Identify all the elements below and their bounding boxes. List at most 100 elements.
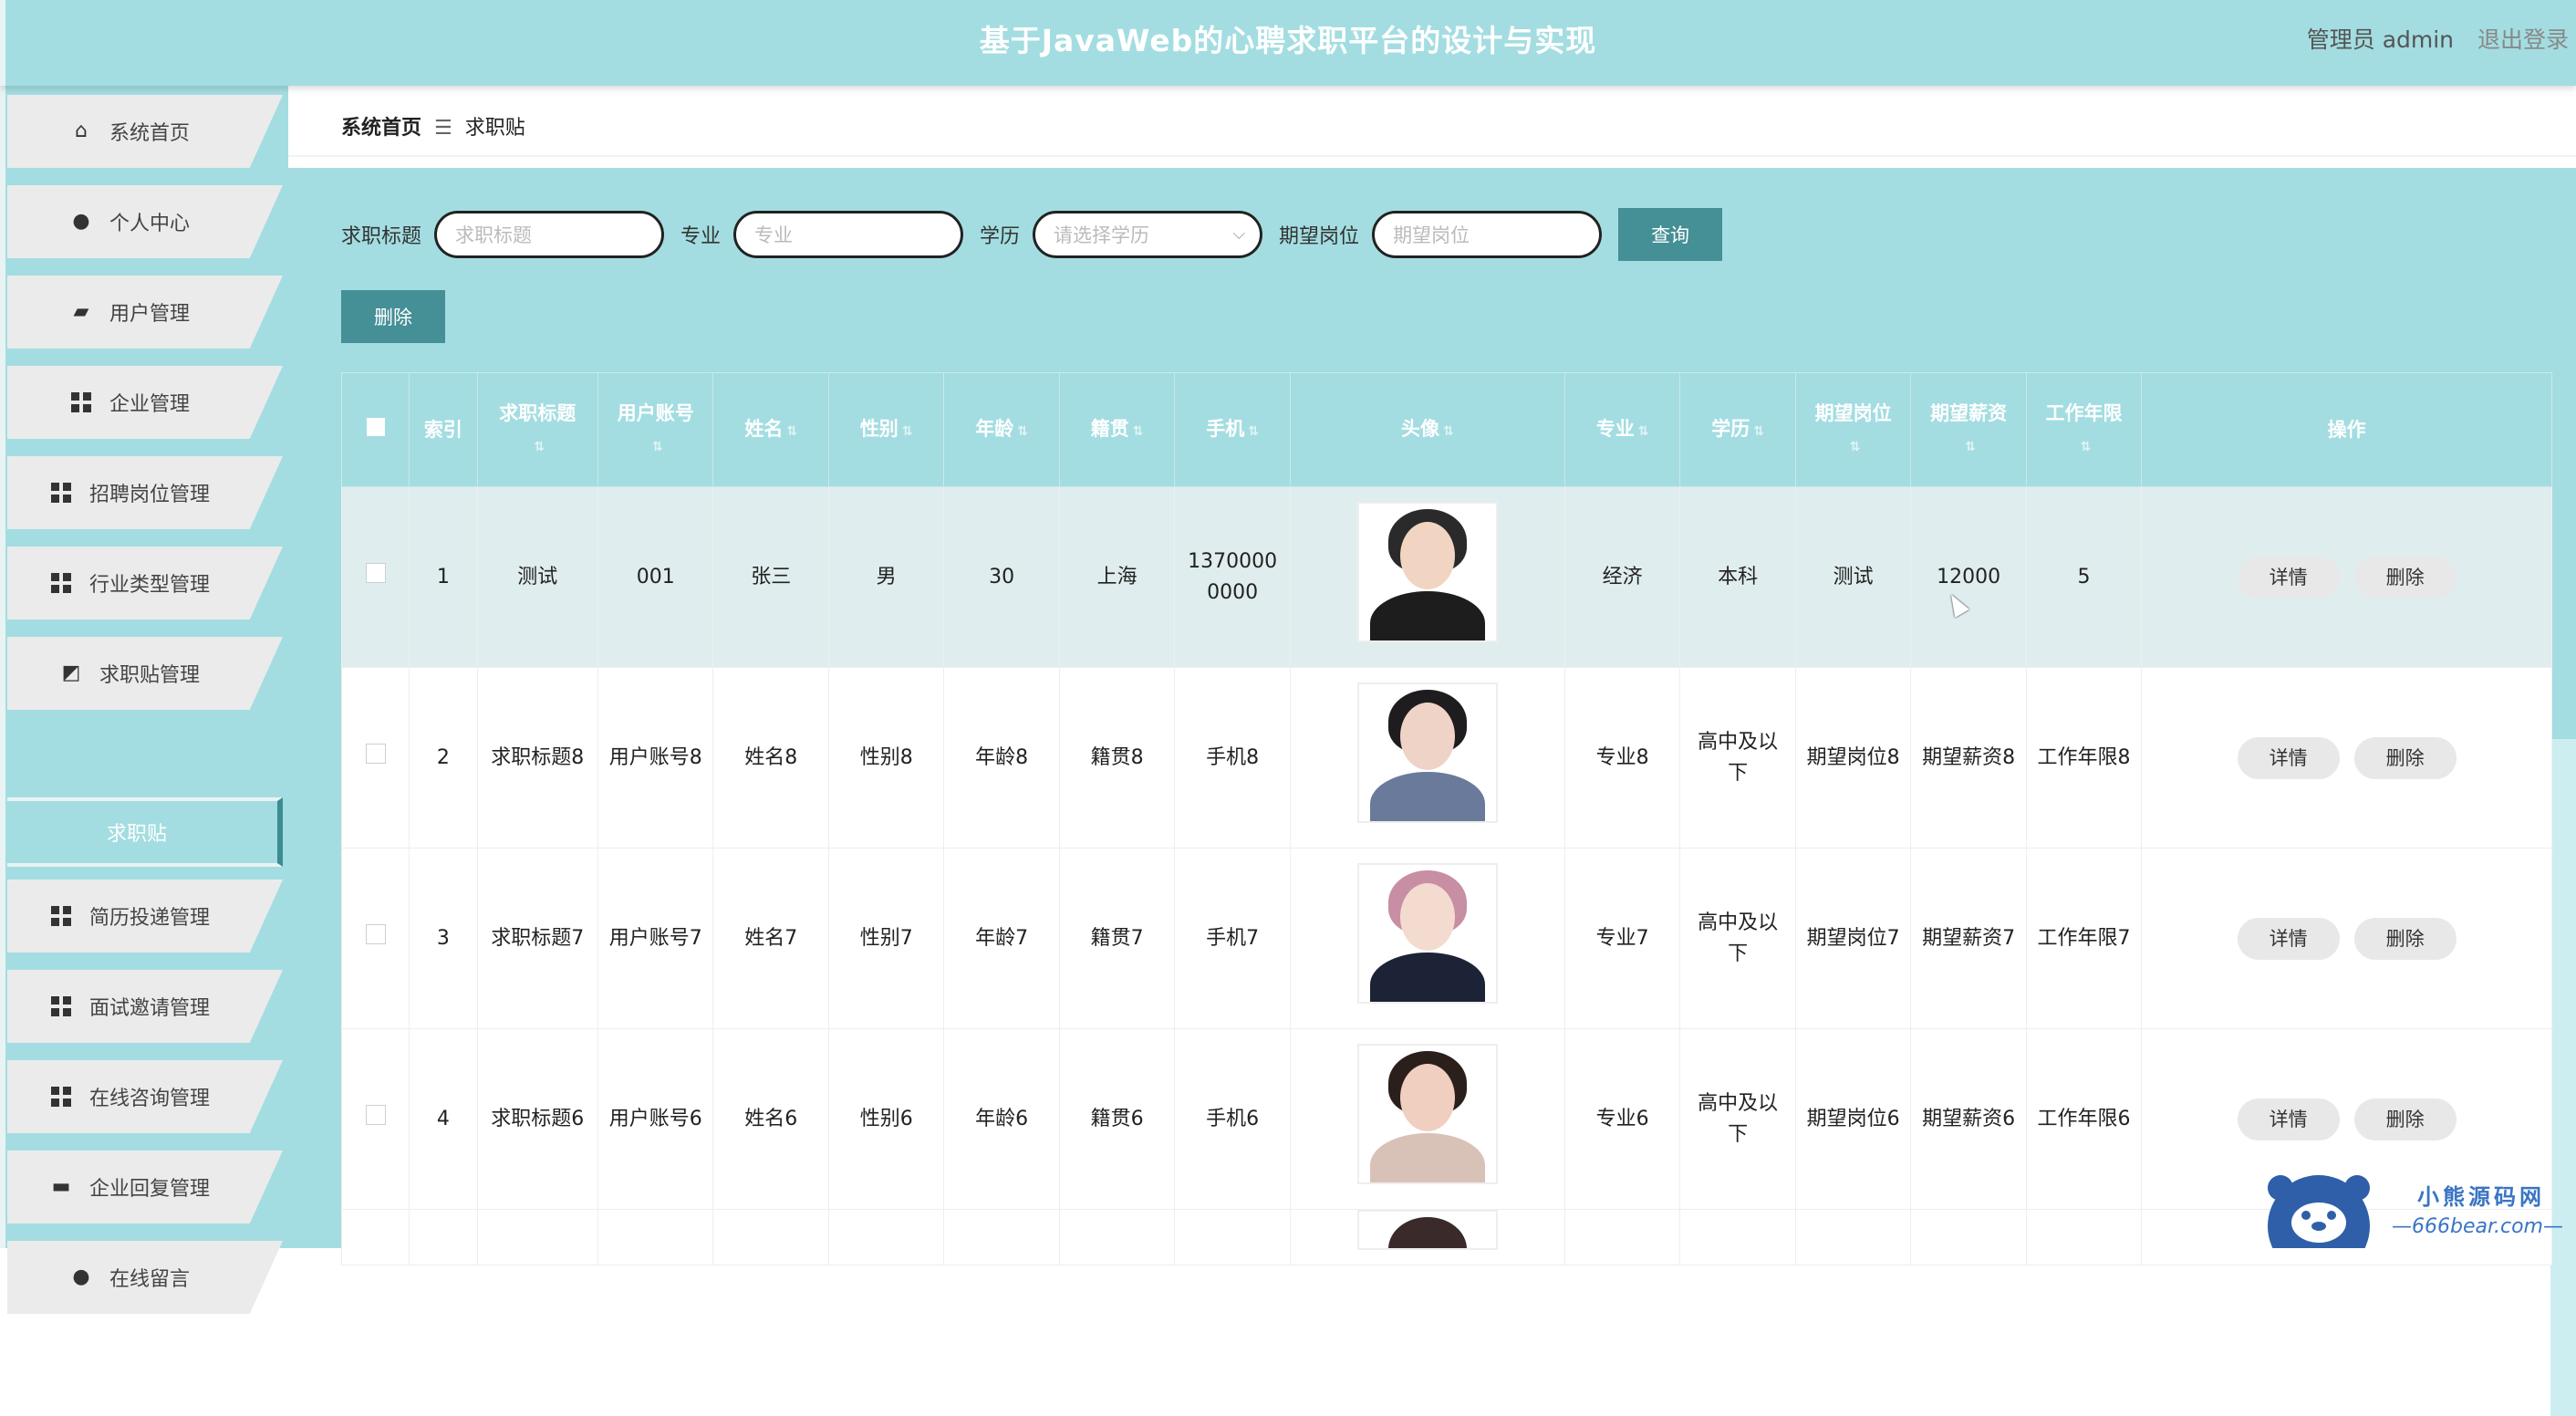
admin-user-label: 管理员 admin — [2306, 26, 2455, 53]
sidebar-item-industry-type-management[interactable]: 行业类型管理 — [7, 547, 283, 620]
delete-button[interactable]: 删除 — [2353, 1098, 2457, 1140]
col-header[interactable]: 索引 — [409, 372, 478, 487]
detail-button[interactable]: 详情 — [2237, 1098, 2340, 1140]
sidebar-item-personal-center[interactable]: ● 个人中心 — [7, 185, 283, 258]
col-header[interactable]: 头像 ⇅ — [1289, 372, 1565, 487]
cell-position: 期望岗位8 — [1794, 667, 1912, 849]
cell-origin: 籍贯8 — [1058, 667, 1176, 849]
sidebar-item-resume-delivery-management[interactable]: 简历投递管理 — [7, 880, 283, 953]
col-header[interactable]: 用户账号 ⇅ — [597, 372, 714, 487]
chart-icon: ◩ — [61, 661, 81, 684]
delete-button[interactable]: 删除 — [2353, 917, 2457, 960]
sidebar-item-label: 行业类型管理 — [88, 574, 210, 597]
sidebar-item-user-management[interactable]: ▰ 用户管理 — [7, 276, 283, 349]
title-search-input[interactable]: 求职标题 — [434, 211, 665, 258]
sidebar-item-label: 面试邀请管理 — [88, 997, 210, 1020]
col-header[interactable]: 姓名 ⇅ — [712, 372, 829, 487]
sidebar-subitem-job-seeking-post[interactable]: 求职贴 — [7, 797, 283, 867]
col-header[interactable]: 手机 ⇅ — [1174, 372, 1291, 487]
row-checkbox[interactable] — [365, 743, 386, 764]
sidebar-item-job-seeking-management[interactable]: ◩ 求职贴管理 — [7, 637, 283, 710]
col-header[interactable]: 专业 ⇅ — [1563, 372, 1681, 487]
sidebar-item-label: 招聘岗位管理 — [88, 484, 210, 506]
col-header[interactable]: 工作年限 ⇅ — [2025, 372, 2143, 487]
sidebar: ⌂ 系统首页 ● 个人中心 ▰ 用户管理 企业管理 招聘岗位管理 行业类型管理 ◩ 求职… — [0, 86, 288, 1314]
logout-link[interactable]: 退出登录 — [2477, 26, 2569, 53]
delete-button[interactable]: 删除 — [2353, 736, 2457, 779]
avatar[interactable] — [1356, 682, 1498, 823]
col-header[interactable]: 学历 ⇅ — [1679, 372, 1796, 487]
col-header[interactable]: 求职标题 ⇅ — [476, 372, 599, 487]
chat-icon: ▬ — [51, 1175, 71, 1198]
col-header[interactable]: 籍贯 ⇅ — [1058, 372, 1176, 487]
sidebar-item-online-message[interactable]: ● 在线留言 — [7, 1241, 283, 1314]
delete-button[interactable]: 删除 — [2353, 556, 2457, 599]
sidebar-item-label: 用户管理 — [109, 303, 190, 326]
row-checkbox[interactable] — [365, 1104, 386, 1125]
avatar[interactable] — [1356, 1044, 1498, 1184]
col-header[interactable]: 性别 ⇅ — [827, 372, 945, 487]
cell-index: 3 — [409, 848, 478, 1029]
sidebar-item-online-consultation-management[interactable]: 在线咨询管理 — [7, 1060, 283, 1133]
row-checkbox[interactable] — [365, 562, 386, 583]
education-select[interactable]: 请选择学历 ⌵ — [1033, 211, 1263, 258]
table-row[interactable]: 1 测试 001 张三 男 30 上海 13700000000 经济 本科 测试… — [340, 486, 2552, 668]
cell-salary: 12000 — [1910, 486, 2027, 668]
avatar[interactable] — [1356, 502, 1498, 642]
select-all-checkbox[interactable] — [340, 372, 410, 487]
cell-education: 高中及以下 — [1679, 667, 1796, 849]
col-header[interactable]: 期望薪资 ⇅ — [1910, 372, 2027, 487]
cell-origin: 籍贯7 — [1058, 848, 1176, 1029]
cell-title: 测试 — [476, 486, 599, 668]
cell-origin: 上海 — [1058, 486, 1176, 668]
sidebar-item-label: 企业回复管理 — [88, 1178, 210, 1201]
home-icon: ⌂ — [75, 120, 88, 142]
table-row[interactable]: 2 求职标题8 用户账号8 姓名8 性别8 年龄8 籍贯8 手机8 专业8 高中… — [340, 667, 2552, 849]
cell-gender: 性别7 — [827, 848, 945, 1029]
cell-account: 用户账号8 — [597, 667, 714, 849]
breadcrumb-home[interactable]: 系统首页 — [341, 117, 421, 140]
detail-button[interactable]: 详情 — [2237, 917, 2340, 960]
sidebar-item-job-post-management[interactable]: 招聘岗位管理 — [7, 456, 283, 529]
cell-age: 30 — [943, 486, 1060, 668]
cell-age: 年龄6 — [943, 1028, 1060, 1210]
major-search-input[interactable]: 专业 — [733, 211, 964, 258]
education-label: 学历 — [980, 225, 1021, 248]
job-seeking-table: 索引 求职标题 ⇅ 用户账号 ⇅ 姓名 ⇅ 性别 ⇅ 年龄 ⇅ 籍贯 ⇅ 手机 ⇅ 头像 ⇅ 专… — [340, 372, 2552, 1265]
sidebar-item-label: 求职贴管理 — [99, 664, 200, 687]
detail-button[interactable]: 详情 — [2237, 736, 2340, 779]
user-area: 管理员 admin 退出登录 — [2307, 22, 2569, 55]
search-form: 求职标题 求职标题 专业 专业 学历 请选择学历 ⌵ 期望岗位 期望岗位 查询 — [341, 208, 1723, 261]
bear-logo-icon — [2268, 1175, 2370, 1248]
table-row[interactable]: 4 求职标题6 用户账号6 姓名6 性别6 年龄6 籍贯6 手机6 专业6 高中… — [340, 1028, 2552, 1210]
cell-years: 工作年限8 — [2025, 667, 2143, 849]
query-button[interactable]: 查询 — [1618, 208, 1723, 261]
cell-years: 5 — [2025, 486, 2143, 668]
scroll-track[interactable] — [2550, 739, 2576, 1416]
cell-index: 2 — [409, 667, 478, 849]
col-header[interactable]: 年龄 ⇅ — [943, 372, 1060, 487]
batch-delete-button[interactable]: 删除 — [341, 290, 445, 343]
breadcrumb: 系统首页 ☰ 求职贴 — [341, 111, 525, 141]
sidebar-item-home[interactable]: ⌂ 系统首页 — [7, 95, 283, 168]
cell-education: 本科 — [1679, 486, 1796, 668]
cell-age: 年龄7 — [943, 848, 1060, 1029]
cell-gender: 性别6 — [827, 1028, 945, 1210]
avatar[interactable] — [1356, 1210, 1498, 1250]
col-header[interactable]: 期望岗位 ⇅ — [1794, 372, 1912, 487]
cell-salary: 期望薪资6 — [1910, 1028, 2027, 1210]
grid-icon — [50, 573, 71, 593]
position-search-input[interactable]: 期望岗位 — [1372, 211, 1603, 258]
sidebar-item-company-reply-management[interactable]: ▬ 企业回复管理 — [7, 1150, 283, 1223]
avatar[interactable] — [1356, 863, 1498, 1004]
grid-icon — [70, 392, 91, 412]
table-row[interactable] — [340, 1209, 2552, 1265]
detail-button[interactable]: 详情 — [2237, 556, 2340, 599]
row-checkbox[interactable] — [365, 923, 386, 944]
table-row[interactable]: 3 求职标题7 用户账号7 姓名7 性别7 年龄7 籍贯7 手机7 专业7 高中… — [340, 848, 2552, 1029]
chevron-down-icon: ⌵ — [1232, 224, 1246, 244]
cell-name: 姓名6 — [712, 1028, 829, 1210]
sidebar-item-company-management[interactable]: 企业管理 — [7, 366, 283, 439]
main-content: 求职标题 求职标题 专业 专业 学历 请选择学历 ⌵ 期望岗位 期望岗位 查询 删… — [288, 168, 2576, 1416]
sidebar-item-interview-invitation-management[interactable]: 面试邀请管理 — [7, 970, 283, 1043]
